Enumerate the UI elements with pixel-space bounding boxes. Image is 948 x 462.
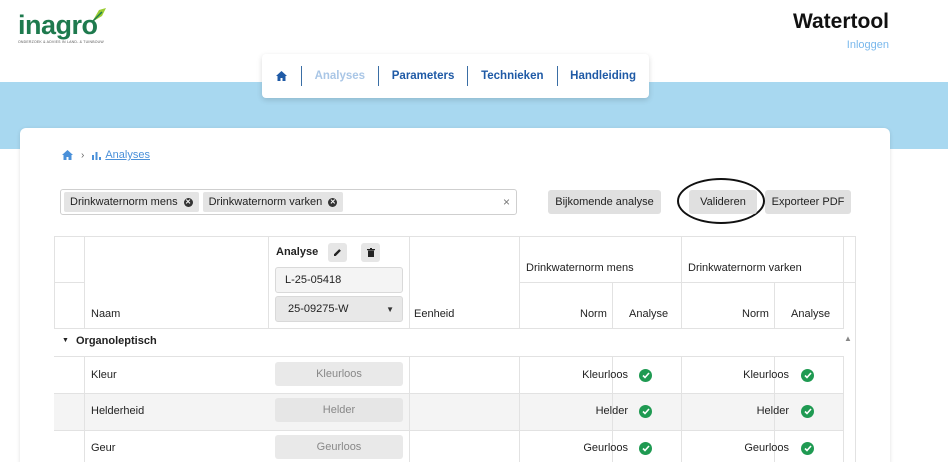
trash-icon: [366, 248, 375, 257]
col-analyse-header: Analyse: [276, 246, 319, 258]
app-title: Watertool: [792, 10, 889, 33]
validate-button[interactable]: Valideren: [689, 190, 757, 214]
export-pdf-button[interactable]: Exporteer PDF: [765, 190, 851, 214]
nav-handleiding[interactable]: Handleiding: [557, 70, 649, 82]
leaf-icon: [91, 8, 106, 23]
norm-group-header-varken: Drinkwaternorm varken: [688, 262, 802, 274]
clear-filter-icon[interactable]: ×: [503, 195, 510, 209]
analysis-table: Naam Analyse L-25-05418 25-09275-W ▼ Een…: [54, 236, 856, 462]
row-divider: [54, 430, 844, 431]
nav-parameters[interactable]: Parameters: [379, 70, 468, 82]
table-border: [54, 236, 856, 237]
breadcrumb: › Analyses: [62, 149, 150, 161]
sub-analyse-header: Analyse: [629, 308, 669, 320]
col-name-header: Naam: [91, 308, 121, 320]
row-norm-mens: Geurloos: [583, 442, 628, 454]
filter-tag: Drinkwaternorm varken ✕: [202, 192, 344, 212]
logo-text: inagro: [18, 10, 98, 40]
row-name: Helderheid: [91, 405, 145, 417]
table-border: [843, 236, 844, 328]
analysis-code-field[interactable]: L-25-05418: [275, 267, 403, 293]
main-nav: Analyses Parameters Technieken Handleidi…: [262, 54, 649, 98]
bar-chart-icon: [92, 151, 102, 160]
row-norm-varken: Geurloos: [744, 442, 789, 454]
table-border: [774, 282, 775, 328]
breadcrumb-analyses[interactable]: Analyses: [105, 149, 150, 161]
nav-analyses[interactable]: Analyses: [302, 70, 379, 82]
row-norm-mens: Kleurloos: [582, 369, 628, 381]
login-link[interactable]: Inloggen: [847, 39, 889, 51]
scroll-up-icon[interactable]: ▲: [844, 334, 852, 343]
caret-down-icon: ▼: [386, 305, 394, 314]
sub-analyse-header: Analyse: [791, 308, 831, 320]
nav-home[interactable]: [274, 66, 289, 86]
row-name: Kleur: [91, 369, 117, 381]
table-border: [54, 282, 84, 283]
table-border: [84, 236, 85, 328]
inagro-logo[interactable]: inagro ONDERZOEK & ADVIES IN LAND- & TUI…: [18, 6, 118, 50]
filter-tag: Drinkwaternorm mens ✕: [64, 192, 199, 212]
row-divider: [54, 393, 844, 394]
table-border: [681, 236, 682, 328]
home-icon[interactable]: [62, 150, 73, 160]
remove-tag-icon[interactable]: ✕: [183, 197, 193, 207]
row-norm-varken: Helder: [756, 405, 789, 417]
sub-norm-header: Norm: [580, 308, 607, 320]
chevron-right-icon: ›: [81, 149, 85, 161]
norm-group-header-mens: Drinkwaternorm mens: [526, 262, 634, 274]
filter-tag-label: Drinkwaternorm mens: [70, 196, 178, 208]
table-border: [612, 282, 613, 328]
collapse-caret-icon[interactable]: ▼: [62, 337, 69, 344]
table-border: [409, 357, 410, 462]
extra-analysis-button[interactable]: Bijkomende analyse: [548, 190, 661, 214]
row-value-field[interactable]: Geurloos: [275, 435, 403, 459]
table-border: [268, 236, 269, 328]
norm-filter-select[interactable]: Drinkwaternorm mens ✕ Drinkwaternorm var…: [60, 189, 517, 215]
check-circle-icon: [639, 369, 652, 382]
table-border: [519, 236, 520, 328]
check-circle-icon: [801, 369, 814, 382]
sample-select[interactable]: 25-09275-W ▼: [275, 296, 403, 322]
home-icon: [275, 71, 287, 81]
table-border: [855, 236, 856, 462]
row-norm-mens: Helder: [595, 405, 628, 417]
table-border: [409, 236, 410, 328]
delete-analysis-button[interactable]: [361, 243, 380, 262]
row-value-field[interactable]: Kleurloos: [275, 362, 403, 386]
row-value-field[interactable]: Helder: [275, 398, 403, 422]
table-border: [843, 357, 844, 462]
filter-tag-label: Drinkwaternorm varken: [208, 196, 323, 208]
col-unit-header: Eenheid: [414, 308, 455, 320]
remove-tag-icon[interactable]: ✕: [328, 197, 338, 207]
row-norm-varken: Kleurloos: [743, 369, 789, 381]
table-border: [84, 357, 85, 462]
content-card: › Analyses Drinkwaternorm mens ✕ Drinkwa…: [20, 128, 890, 462]
check-circle-icon: [801, 405, 814, 418]
row-name: Geur: [91, 442, 116, 454]
sample-select-value: 25-09275-W: [288, 303, 349, 315]
nav-technieken[interactable]: Technieken: [468, 70, 556, 82]
edit-analysis-button[interactable]: [328, 243, 347, 262]
table-border: [54, 328, 844, 329]
pencil-icon: [334, 249, 341, 256]
check-circle-icon: [801, 442, 814, 455]
sub-norm-header: Norm: [742, 308, 769, 320]
logo-tagline: ONDERZOEK & ADVIES IN LAND- & TUINBOUW: [18, 40, 104, 44]
table-border: [54, 236, 55, 328]
check-circle-icon: [639, 405, 652, 418]
check-circle-icon: [639, 442, 652, 455]
group-organoleptisch[interactable]: Organoleptisch: [76, 335, 157, 347]
table-border: [519, 282, 856, 283]
